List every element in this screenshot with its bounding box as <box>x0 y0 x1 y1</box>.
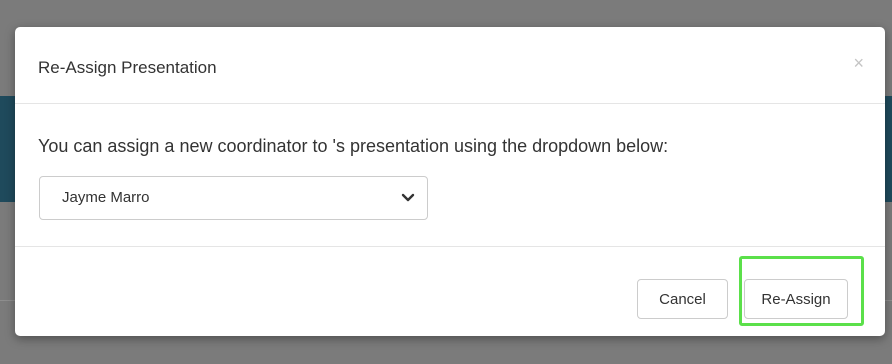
chevron-down-icon <box>401 193 415 202</box>
close-icon[interactable]: × <box>853 53 864 73</box>
reassign-button[interactable]: Re-Assign <box>744 279 848 319</box>
modal-header: Re-Assign Presentation × <box>15 27 885 104</box>
modal-title: Re-Assign Presentation <box>38 58 217 77</box>
cancel-button[interactable]: Cancel <box>637 279 728 319</box>
modal-body: You can assign a new coordinator to 's p… <box>15 104 885 247</box>
modal-instructions: You can assign a new coordinator to 's p… <box>38 136 669 156</box>
reassign-modal: Re-Assign Presentation × You can assign … <box>15 27 885 336</box>
coordinator-select-value: Jayme Marro <box>62 189 150 206</box>
modal-footer: Cancel Re-Assign <box>15 247 885 336</box>
coordinator-select[interactable]: Jayme Marro <box>39 176 428 220</box>
